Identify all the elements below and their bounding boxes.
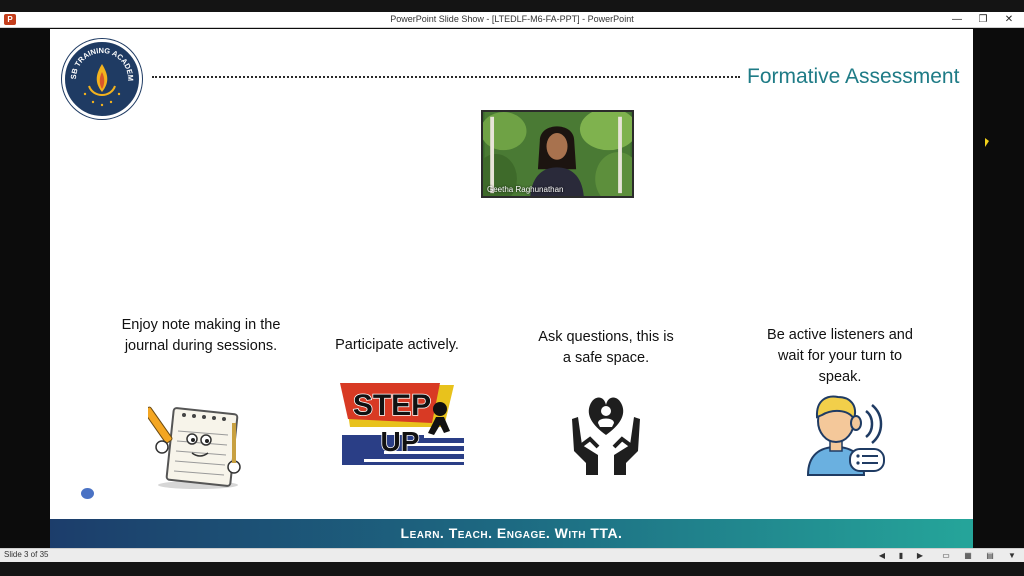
video-feed [483, 112, 632, 196]
mouse-cursor-icon [985, 138, 989, 147]
bottom-black-strip [0, 562, 1024, 576]
participant-video-tile[interactable]: Geetha Raghunathan [481, 110, 634, 198]
caption-ask-questions: Ask questions, this is a safe space. [538, 329, 674, 366]
step-up-icon: STEP UP [340, 383, 464, 465]
slide-footer-banner: Learn. Teach. Engage. With TTA. [50, 519, 973, 548]
caption-participate: Participate actively. [335, 337, 459, 353]
status-bar: Slide 3 of 35 ◀ ▮ ▶ ▭ ▦ ▤ ▼ [0, 548, 1024, 562]
participant-name: Geetha Raghunathan [487, 185, 564, 194]
slideshow-window: P PowerPoint Slide Show - [LTEDLF-M6-FA-… [0, 0, 1024, 576]
slide-sorter-button[interactable]: ▦ [962, 550, 974, 561]
next-slide-button[interactable]: ▶ [914, 550, 926, 561]
slide-counter: Slide 3 of 35 [4, 550, 49, 559]
close-button[interactable]: ✕ [996, 12, 1022, 28]
logo-flame-icon: TISB TRAINING ACADEMY [65, 42, 135, 107]
step-text: STEP [353, 389, 431, 422]
up-text: UP [381, 426, 420, 457]
normal-view-button[interactable]: ▭ [940, 550, 952, 561]
laser-pointer-dot [81, 488, 94, 499]
slide-canvas[interactable]: TISB TRAINING ACADEMY Formative Assessme… [50, 29, 973, 548]
top-black-strip [0, 0, 1024, 12]
title-bar: P PowerPoint Slide Show - [LTEDLF-M6-FA-… [0, 12, 1024, 28]
tisb-logo: TISB TRAINING ACADEMY [62, 39, 142, 119]
minimize-button[interactable]: — [944, 12, 970, 28]
window-title: PowerPoint Slide Show - [LTEDLF-M6-FA-PP… [390, 14, 634, 24]
caption-active-listeners: Be active listeners and wait for your tu… [767, 327, 913, 385]
pause-button[interactable]: ▮ [895, 550, 907, 561]
restore-button[interactable]: ❐ [970, 12, 996, 28]
notepad-pencil-icon [148, 406, 241, 489]
slide-heading: Formative Assessment [747, 65, 960, 88]
previous-slide-button[interactable]: ◀ [876, 550, 888, 561]
caption-note-making: Enjoy note making in the journal during … [121, 317, 281, 354]
reading-view-button[interactable]: ▤ [984, 550, 996, 561]
hands-heart-icon [572, 397, 640, 475]
listener-icon [806, 395, 885, 476]
heading-dotted-rule [152, 76, 740, 78]
slideshow-menu-button[interactable]: ▼ [1006, 550, 1018, 561]
